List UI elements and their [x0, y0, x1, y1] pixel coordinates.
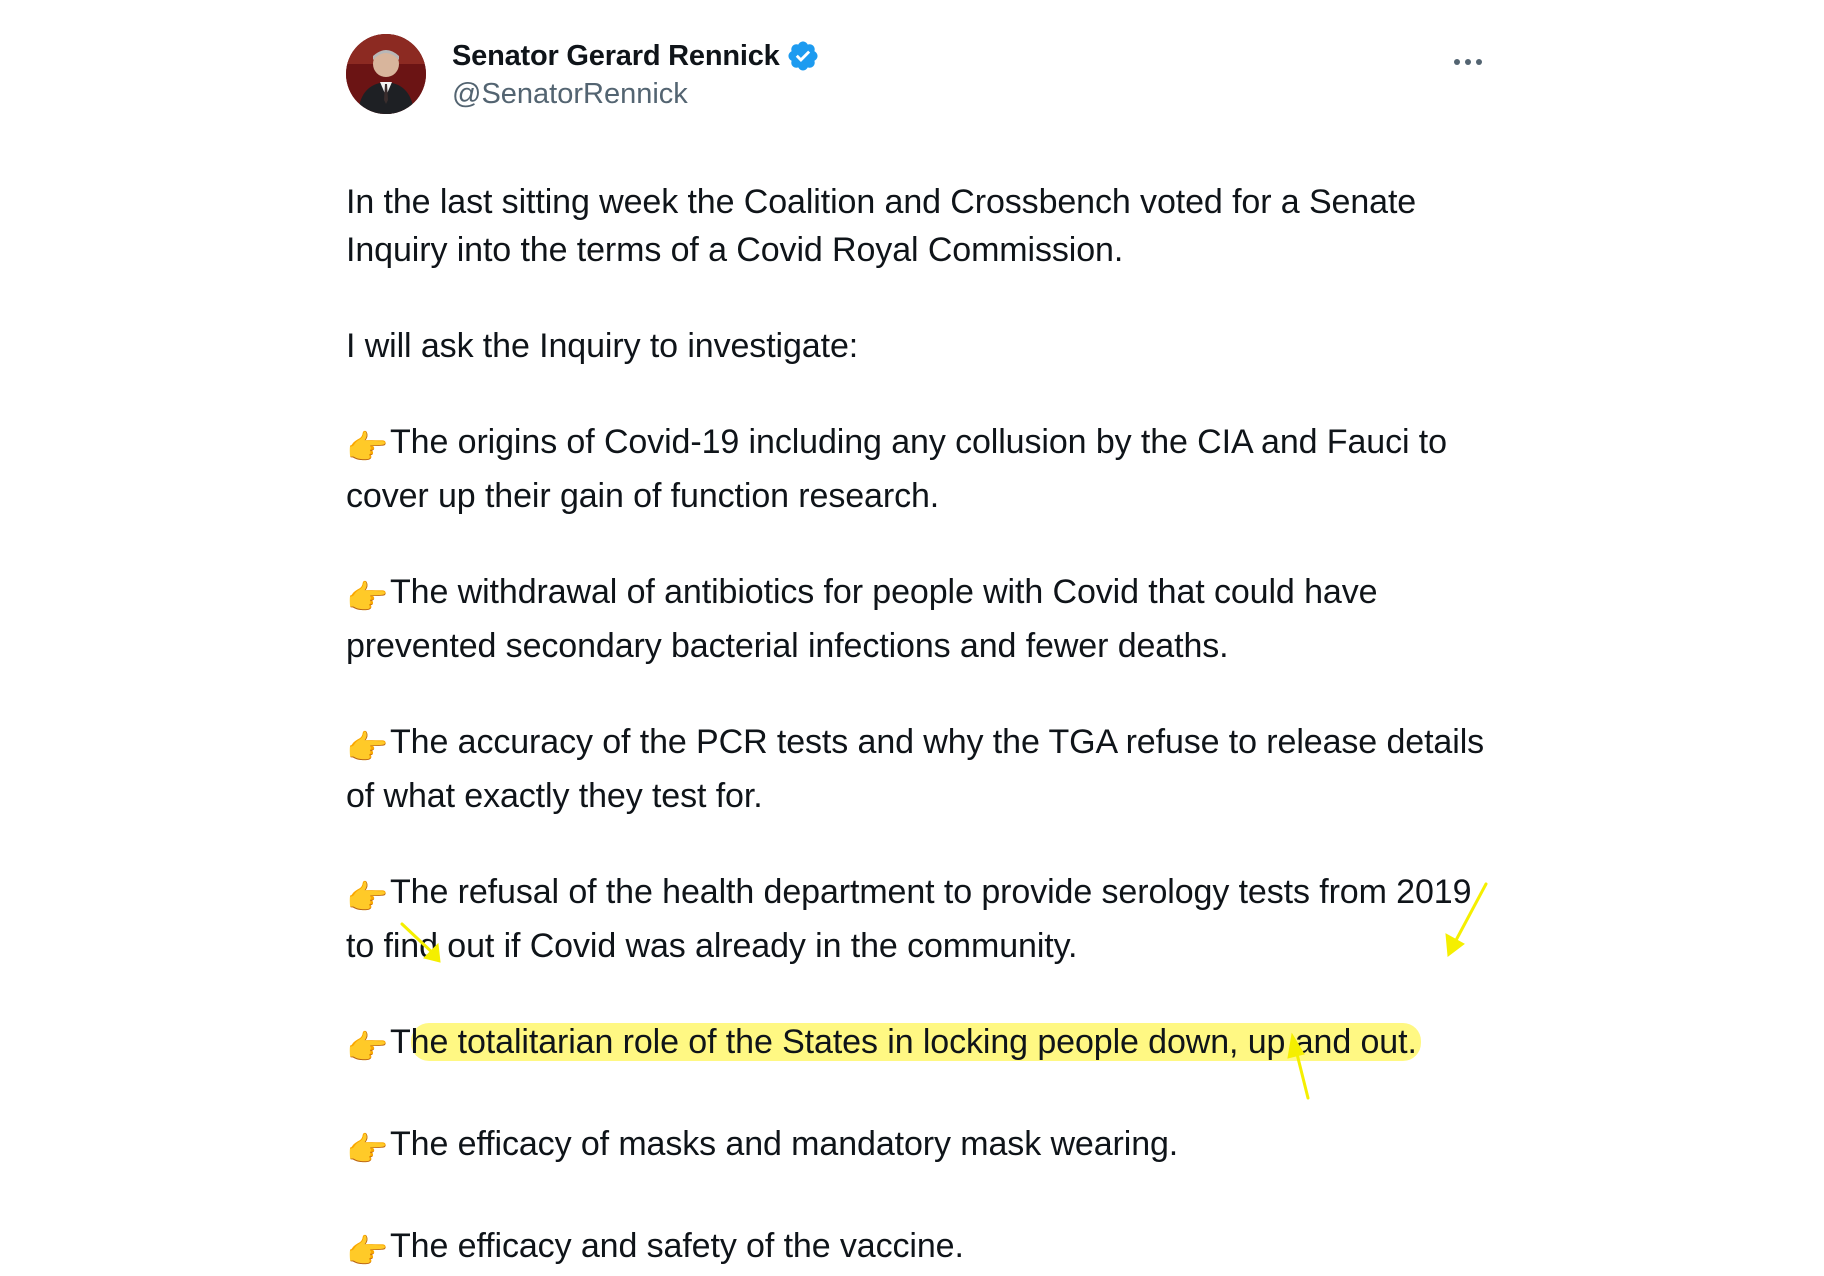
point-text-prefix: T [390, 1023, 411, 1061]
point-text: The withdrawal of antibiotics for people… [346, 573, 1378, 665]
tweet-card: Senator Gerard Rennick @SenatorRennick I… [346, 34, 1490, 1276]
point-text: The efficacy and safety of the vaccine. [390, 1227, 964, 1265]
pointing-hand-icon: 👉 [346, 1131, 389, 1169]
more-options-icon [1454, 59, 1460, 65]
profile-photo-icon [346, 34, 426, 114]
pointing-hand-icon: 👉 [346, 1233, 389, 1271]
tweet-ask: I will ask the Inquiry to investigate: [346, 327, 859, 365]
pointing-hand-icon: 👉 [346, 429, 389, 467]
point-text: The refusal of the health department to … [346, 873, 1472, 965]
more-options-dot [1476, 59, 1482, 65]
display-name-row: Senator Gerard Rennick [452, 36, 820, 76]
highlighted-text: he totalitarian role of the States in lo… [410, 1023, 1421, 1061]
more-options-button[interactable] [1446, 48, 1490, 76]
pointing-hand-icon: 👉 [346, 579, 389, 617]
pointing-hand-icon: 👉 [346, 729, 389, 767]
tweet-header: Senator Gerard Rennick @SenatorRennick [346, 34, 1490, 116]
list-item: 👉The withdrawal of antibiotics for peopl… [346, 568, 1490, 670]
pointing-hand-icon: 👉 [346, 879, 389, 917]
avatar[interactable] [346, 34, 426, 114]
point-text: The origins of Covid-19 including any co… [346, 423, 1447, 515]
author-handle[interactable]: @SenatorRennick [452, 78, 820, 111]
list-item: 👉The accuracy of the PCR tests and why t… [346, 718, 1490, 820]
author-block: Senator Gerard Rennick @SenatorRennick [452, 36, 820, 111]
tweet-text: In the last sitting week the Coalition a… [346, 178, 1490, 1276]
list-item: 👉The efficacy of masks and mandatory mas… [346, 1120, 1490, 1174]
list-item: 👉The refusal of the health department to… [346, 868, 1490, 970]
list-item-highlighted: 👉The totalitarian role of the States in … [346, 1018, 1490, 1072]
list-item: 👉The origins of Covid-19 including any c… [346, 418, 1490, 520]
point-text: The accuracy of the PCR tests and why th… [346, 723, 1485, 815]
list-item: 👉The efficacy and safety of the vaccine. [346, 1222, 1490, 1276]
tweet-intro: In the last sitting week the Coalition a… [346, 183, 1417, 269]
more-options-dot [1465, 59, 1471, 65]
pointing-hand-icon: 👉 [346, 1029, 389, 1067]
display-name[interactable]: Senator Gerard Rennick [452, 40, 780, 73]
point-text: The efficacy of masks and mandatory mask… [390, 1125, 1179, 1163]
verified-badge-icon [786, 39, 820, 73]
